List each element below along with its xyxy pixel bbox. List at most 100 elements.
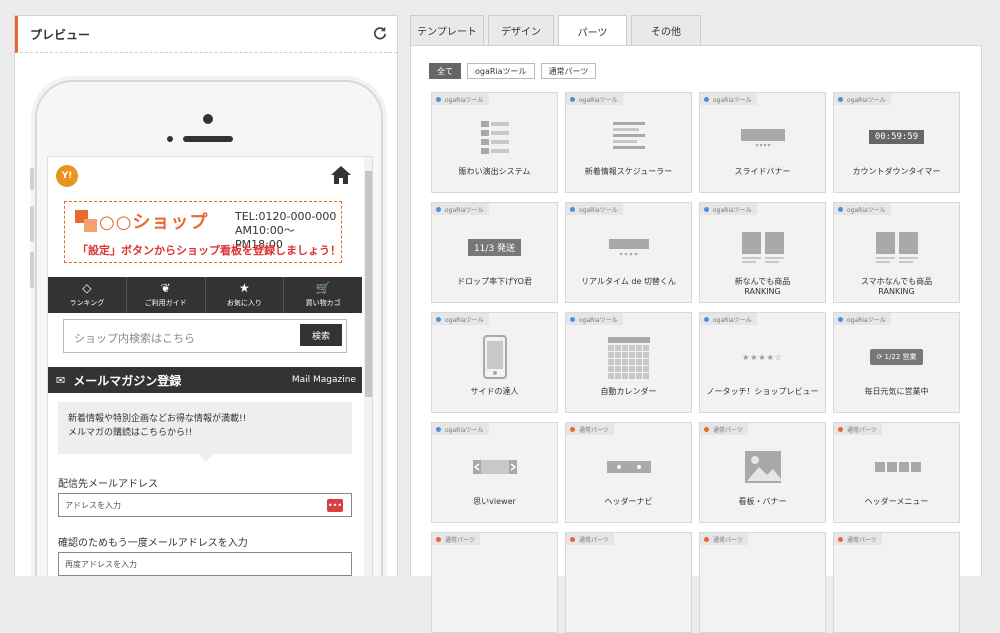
- scrollbar-thumb[interactable]: [365, 171, 372, 397]
- part-card[interactable]: ogaRiaツール 11/3 発送 ドロップ率下げYO君: [431, 202, 558, 303]
- part-preview-viewer-icon: [432, 441, 557, 493]
- part-preview-blank-icon: [566, 551, 691, 603]
- part-tag-label: ogaRiaツール: [713, 206, 752, 214]
- part-card[interactable]: 通常パーツ: [833, 532, 960, 633]
- part-label: ヘッダーナビ: [604, 497, 653, 506]
- part-tag-dot-icon: [436, 206, 441, 212]
- part-preview-lines-icon: [566, 111, 691, 163]
- shop-name: ○○ショップ: [99, 212, 209, 233]
- part-tag-dot-icon: [704, 206, 709, 212]
- part-label: 毎日元気に営業中: [864, 387, 929, 396]
- part-tag: 通常パーツ: [566, 423, 614, 435]
- yahoo-badge-icon: Y!: [56, 165, 78, 187]
- part-tag-label: ogaRiaツール: [445, 206, 484, 214]
- part-tag-dot-icon: [704, 536, 709, 542]
- part-tag: ogaRiaツール: [432, 313, 489, 325]
- shop-search: ショップ内検索はこちら 検索: [63, 319, 347, 353]
- part-card[interactable]: ogaRiaツール ★★★★☆ ノータッチ！ショップレビュー: [699, 312, 826, 413]
- part-card[interactable]: ogaRiaツール スマホなんでも商品 RANKING: [833, 202, 960, 303]
- preview-panel: プレビュー Y! ○○ショップ TEL:0120-000-000 AM10:00…: [14, 15, 398, 576]
- part-card[interactable]: ogaRiaツール 賑わい演出システム: [431, 92, 558, 193]
- shop-banner[interactable]: ○○ショップ TEL:0120-000-000 AM10:00〜PM18:00 …: [64, 201, 342, 263]
- search-input[interactable]: ショップ内検索はこちら: [74, 330, 195, 346]
- part-card[interactable]: ogaRiaツール 自動カレンダー: [565, 312, 692, 413]
- nav-guide[interactable]: ❦ ご利用ガイド: [127, 277, 206, 313]
- part-tag-dot-icon: [704, 316, 709, 322]
- part-card[interactable]: 通常パーツ: [699, 532, 826, 633]
- part-card[interactable]: 通常パーツ: [431, 532, 558, 633]
- mail-magazine-title: メールマガジン登録: [73, 373, 182, 388]
- part-tag-label: 通常パーツ: [713, 536, 743, 544]
- part-tag-label: ogaRiaツール: [445, 316, 484, 324]
- part-card[interactable]: 通常パーツヘッダーナビ: [565, 422, 692, 523]
- part-tag-label: 通常パーツ: [847, 536, 877, 544]
- part-card[interactable]: 通常パーツ 看板・バナー: [699, 422, 826, 523]
- part-tag-dot-icon: [570, 316, 575, 322]
- shop-tel: TEL:0120-000-000: [235, 210, 337, 223]
- email-field[interactable]: アドレスを入力 •••: [58, 493, 352, 517]
- diamond-icon: ◇: [82, 281, 92, 295]
- cart-icon: 🛒: [315, 281, 331, 295]
- description-line: 新着情報や特別企画などお得な情報が満載!!: [68, 414, 247, 424]
- search-button[interactable]: 検索: [300, 324, 342, 346]
- part-preview-badge-icon: ⟳ 1/22 営業: [834, 331, 959, 383]
- part-tag: ogaRiaツール: [432, 203, 489, 215]
- envelope-icon: ✉: [56, 373, 66, 387]
- part-card[interactable]: 通常パーツ: [565, 532, 692, 633]
- part-tag: ogaRiaツール: [700, 93, 757, 105]
- part-tag: 通常パーツ: [566, 533, 614, 545]
- mail-magazine-description: 新着情報や特別企画などお得な情報が満載!! メルマガの購読はこちらから!!: [58, 402, 352, 462]
- part-card[interactable]: ogaRiaツール ⟳ 1/22 営業 毎日元気に営業中: [833, 312, 960, 413]
- part-tag-dot-icon: [570, 206, 575, 212]
- phone-speaker: [183, 136, 233, 142]
- tab-design[interactable]: デザイン: [488, 15, 554, 45]
- part-tag-dot-icon: [704, 96, 709, 102]
- confirm-email-label: 確認のためもう一度メールアドレスを入力: [58, 538, 248, 549]
- part-label: ノータッチ！ショップレビュー: [706, 387, 819, 396]
- home-icon[interactable]: [330, 165, 352, 185]
- parts-content: 全て ogaRiaツール 通常パーツ ogaRiaツール 賑わい演出システム oga…: [410, 45, 982, 633]
- description-line: メルマガの購読はこちらから!!: [68, 428, 193, 438]
- part-tag-label: ogaRiaツール: [847, 96, 886, 104]
- part-preview-menu-icon: [834, 441, 959, 493]
- part-tag-dot-icon: [570, 96, 575, 102]
- part-label: サイドの達人: [470, 387, 519, 396]
- nav-cart[interactable]: 🛒 買い物カゴ: [284, 277, 362, 313]
- nav-favorites[interactable]: ★ お気に入り: [206, 277, 285, 313]
- part-card[interactable]: ogaRiaツール リアルタイム de 切替くん: [565, 202, 692, 303]
- part-card[interactable]: ogaRiaツール 00:59:59 カウントダウンタイマー: [833, 92, 960, 193]
- part-tag-label: ogaRiaツール: [713, 316, 752, 324]
- refresh-icon[interactable]: [373, 26, 387, 40]
- confirm-email-field[interactable]: 再度アドレスを入力: [58, 552, 352, 576]
- tab-parts[interactable]: パーツ: [558, 15, 627, 46]
- part-tag-dot-icon: [436, 316, 441, 322]
- filter-normal[interactable]: 通常パーツ: [540, 63, 597, 79]
- part-card[interactable]: ogaRiaツールサイドの達人: [431, 312, 558, 413]
- part-label: 新着情報スケジューラー: [584, 167, 673, 176]
- part-tag: ogaRiaツール: [566, 93, 623, 105]
- part-tag-label: ogaRiaツール: [445, 96, 484, 104]
- part-preview-slide-icon: [700, 111, 825, 163]
- phone-camera: [203, 114, 213, 124]
- part-card[interactable]: ogaRiaツール 新なんでも商品 RANKING: [699, 202, 826, 303]
- part-label: ドロップ率下げYO君: [457, 277, 532, 286]
- part-card[interactable]: ogaRiaツール 思いviewer: [431, 422, 558, 523]
- banner-notice: 「設定」ボタンからショップ看板を登録しましょう！: [77, 244, 341, 257]
- nav-ranking[interactable]: ◇ ランキング: [48, 277, 127, 313]
- part-preview-list-icon: [432, 111, 557, 163]
- tab-other[interactable]: その他: [631, 15, 701, 45]
- part-tag-dot-icon: [838, 316, 843, 322]
- filter-ogaria[interactable]: ogaRiaツール: [467, 63, 535, 79]
- part-tag-label: ogaRiaツール: [579, 316, 618, 324]
- filter-all[interactable]: 全て: [429, 63, 461, 79]
- part-card[interactable]: ogaRiaツール スライドバナー: [699, 92, 826, 193]
- tab-template[interactable]: テンプレート: [410, 15, 484, 45]
- part-card[interactable]: ogaRiaツール新着情報スケジューラー: [565, 92, 692, 193]
- part-card[interactable]: 通常パーツ ヘッダーメニュー: [833, 422, 960, 523]
- part-preview-blank-icon: [432, 551, 557, 603]
- preview-scrollbar[interactable]: [364, 157, 372, 576]
- nav-label: お気に入り: [226, 299, 262, 307]
- part-tag: ogaRiaツール: [700, 203, 757, 215]
- part-tag-label: ogaRiaツール: [579, 206, 618, 214]
- password-manager-icon[interactable]: •••: [327, 499, 343, 512]
